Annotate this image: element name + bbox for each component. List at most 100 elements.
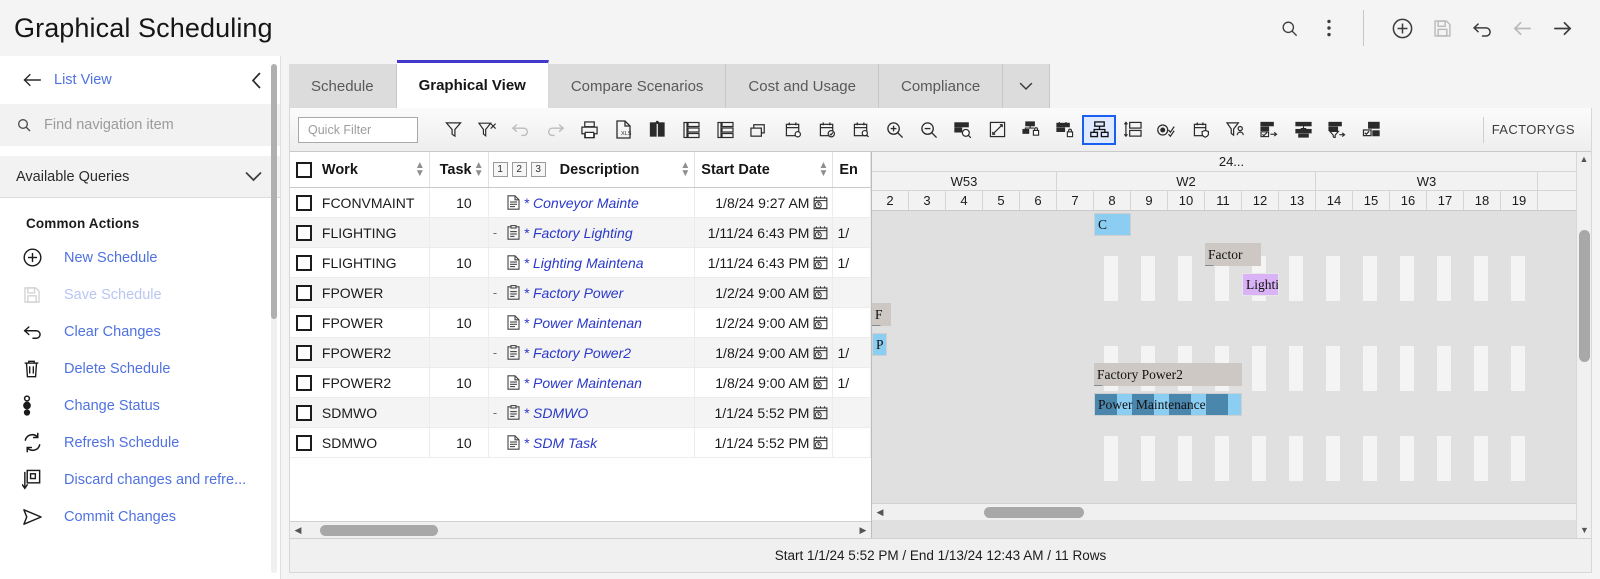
- quick-filter-input[interactable]: [306, 121, 410, 138]
- row-checkbox[interactable]: [295, 254, 312, 271]
- calendar-clock-icon[interactable]: [813, 255, 828, 270]
- cell-start-date[interactable]: 1/8/24 9:00 AM: [695, 368, 834, 397]
- row-expander-icon[interactable]: -: [493, 345, 503, 360]
- select-all-checkbox[interactable]: [295, 161, 312, 178]
- back-arrow-icon[interactable]: [22, 72, 42, 88]
- cell-description[interactable]: - * SDMWO: [489, 398, 696, 427]
- gantt-bar[interactable]: Factor: [1205, 243, 1261, 266]
- calendar-clock-icon[interactable]: [813, 315, 828, 330]
- export-xls-icon[interactable]: XLS: [606, 115, 640, 145]
- column-header-description[interactable]: 1 2 3 Description ▲ ▼: [489, 152, 696, 187]
- filter-person-icon[interactable]: [1218, 115, 1252, 145]
- forward-arrow-icon[interactable]: [1542, 8, 1582, 48]
- calendar-clock-icon[interactable]: [813, 375, 828, 390]
- gantt-bar[interactable]: P: [872, 333, 887, 356]
- row-checkbox[interactable]: [295, 314, 312, 331]
- table-row[interactable]: FPOWER - * Factory Power 1/2/24 9:00 AM: [290, 278, 871, 308]
- cell-description[interactable]: - * Factory Lighting: [489, 218, 696, 247]
- sidebar-action-clear-changes[interactable]: Clear Changes: [0, 313, 280, 350]
- sort-icon[interactable]: ▲ ▼: [415, 160, 425, 178]
- filter-assign-icon[interactable]: [1320, 115, 1354, 145]
- calendar-shield-icon[interactable]: [1184, 115, 1218, 145]
- calendar-clock-icon[interactable]: [813, 225, 828, 240]
- hierarchy-icon[interactable]: [1082, 114, 1116, 145]
- cell-description[interactable]: * Power Maintenan: [489, 368, 696, 397]
- sidebar-action-discard-changes[interactable]: Discard changes and refre...: [0, 461, 280, 498]
- redo-icon[interactable]: [538, 115, 572, 145]
- table-row[interactable]: FPOWER2 10 * Power Maintenan 1/8/24 9:00 AM…: [290, 368, 871, 398]
- row-checkbox[interactable]: [295, 224, 312, 241]
- cell-start-date[interactable]: 1/8/24 9:00 AM: [695, 338, 834, 367]
- cell-start-date[interactable]: 1/2/24 9:00 AM: [695, 308, 834, 337]
- outline-level-3-button[interactable]: 3: [530, 162, 546, 177]
- zoom-to-fit-icon[interactable]: [946, 115, 980, 145]
- layers-icon[interactable]: [742, 115, 776, 145]
- collapse-sidebar-icon[interactable]: [251, 72, 262, 89]
- column-header-task[interactable]: Task ▲ ▼: [430, 152, 489, 187]
- column-header-work[interactable]: Work ▲ ▼: [318, 152, 430, 187]
- sidebar-action-refresh-schedule[interactable]: Refresh Schedule: [0, 424, 280, 461]
- tab-compliance[interactable]: Compliance: [878, 64, 1004, 108]
- row-checkbox[interactable]: [295, 374, 312, 391]
- sort-icon[interactable]: ▲ ▼: [474, 160, 484, 178]
- cell-description[interactable]: - * Factory Power2: [489, 338, 696, 367]
- overflow-menu-icon[interactable]: [1309, 8, 1349, 48]
- filter-icon[interactable]: [436, 115, 470, 145]
- grid-hscroll-thumb[interactable]: [320, 524, 438, 536]
- cell-description[interactable]: * SDM Task: [489, 428, 696, 457]
- network-lock-icon[interactable]: [1014, 115, 1048, 145]
- gantt-vertical-scrollbar[interactable]: ▲ ▼: [1576, 152, 1591, 538]
- scroll-down-arrow[interactable]: ▼: [1577, 523, 1591, 538]
- calendar-clock-icon[interactable]: [813, 405, 828, 420]
- sidebar-action-save-schedule[interactable]: Save Schedule: [0, 276, 280, 313]
- tab-overflow-button[interactable]: [1003, 64, 1051, 108]
- calendar-check-icon[interactable]: [810, 115, 844, 145]
- row-expander-icon[interactable]: -: [493, 405, 503, 420]
- gantt-lock-icon[interactable]: [1048, 115, 1082, 145]
- zoom-in-icon[interactable]: [878, 115, 912, 145]
- save-icon[interactable]: [1422, 8, 1462, 48]
- calendar-search-icon[interactable]: [844, 115, 878, 145]
- row-checkbox[interactable]: [295, 434, 312, 451]
- tab-schedule[interactable]: Schedule: [289, 64, 397, 108]
- gantt-compare-icon[interactable]: [640, 115, 674, 145]
- search-icon[interactable]: [1269, 8, 1309, 48]
- expand-icon[interactable]: [980, 115, 1014, 145]
- column-header-end-date[interactable]: En: [833, 152, 872, 187]
- split-layout-icon[interactable]: [1116, 115, 1150, 145]
- cell-start-date[interactable]: 1/11/24 6:43 PM: [695, 218, 834, 247]
- level-resources-icon[interactable]: [1286, 115, 1320, 145]
- add-icon[interactable]: [1382, 8, 1422, 48]
- grid-horizontal-scrollbar[interactable]: ◀ ▶: [290, 521, 871, 538]
- table-row[interactable]: SDMWO - * SDMWO 1/1/24 5:52 PM: [290, 398, 871, 428]
- sidebar-action-delete-schedule[interactable]: Delete Schedule: [0, 350, 280, 387]
- undo-icon[interactable]: [1462, 8, 1502, 48]
- gantt-vscroll-thumb[interactable]: [1579, 230, 1590, 362]
- table-row[interactable]: SDMWO 10 * SDM Task 1/1/24 5:52 PM: [290, 428, 871, 458]
- cell-start-date[interactable]: 1/1/24 5:52 PM: [695, 428, 834, 457]
- row-checkbox[interactable]: [295, 284, 312, 301]
- sort-icon[interactable]: ▲ ▼: [680, 160, 690, 178]
- calendar-clock-icon[interactable]: [813, 345, 828, 360]
- copy-task-icon[interactable]: [1354, 115, 1388, 145]
- gantt-bar[interactable]: Factory Power2: [1094, 363, 1242, 386]
- navigation-search[interactable]: [0, 104, 280, 146]
- available-queries-section[interactable]: Available Queries: [0, 156, 280, 198]
- outline-level-1-button[interactable]: 1: [492, 162, 508, 177]
- tab-graphical-view[interactable]: Graphical View: [396, 60, 549, 108]
- print-icon[interactable]: [572, 115, 606, 145]
- cell-description[interactable]: * Lighting Maintena: [489, 248, 696, 277]
- resource-list-icon[interactable]: [708, 115, 742, 145]
- cell-start-date[interactable]: 1/1/24 5:52 PM: [695, 398, 834, 427]
- table-row[interactable]: FPOWER 10 * Power Maintenan 1/2/24 9:00 AM: [290, 308, 871, 338]
- assign-task-icon[interactable]: [1252, 115, 1286, 145]
- sidebar-action-change-status[interactable]: Change Status: [0, 387, 280, 424]
- calendar-clock-icon[interactable]: [813, 435, 828, 450]
- table-row[interactable]: FPOWER2 - * Factory Power2 1/8/24 9:00 AM 1/: [290, 338, 871, 368]
- search-input[interactable]: [42, 116, 264, 134]
- gantt-bar[interactable]: Lightin: [1242, 273, 1279, 296]
- cell-description[interactable]: - * Factory Power: [489, 278, 696, 307]
- gantt-hscroll-track[interactable]: [888, 506, 1575, 518]
- clear-filter-icon[interactable]: [470, 115, 504, 145]
- quick-filter[interactable]: [298, 116, 418, 143]
